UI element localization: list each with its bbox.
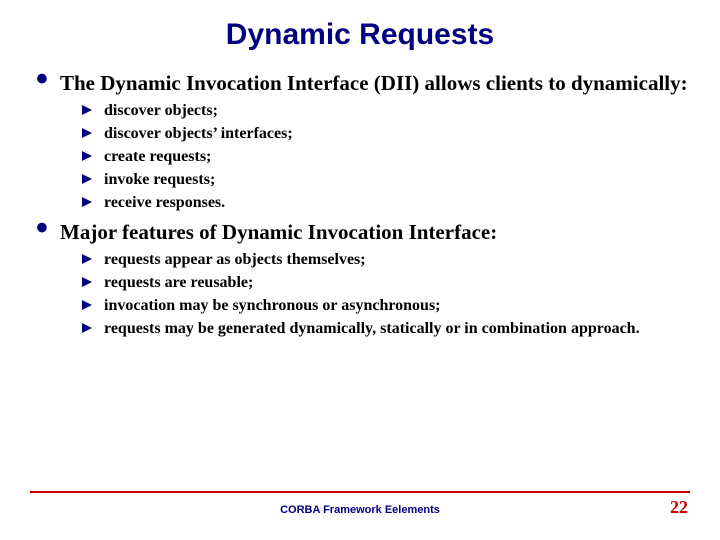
bullet-level2: create requests;	[82, 146, 690, 167]
sub-bullet-text: discover objects’ interfaces;	[104, 123, 293, 144]
bullet-level2: requests are reusable;	[82, 272, 690, 293]
slide: Dynamic Requests • The Dynamic Invocatio…	[0, 0, 720, 540]
sub-bullet-text: receive responses.	[104, 192, 225, 213]
bullet-level2: receive responses.	[82, 192, 690, 213]
slide-footer: CORBA Framework Eelements 22	[30, 491, 690, 518]
footer-row: CORBA Framework Eelements 22	[30, 497, 690, 518]
slide-title: Dynamic Requests	[30, 18, 690, 52]
bullet-level2: discover objects;	[82, 100, 690, 121]
sub-bullet-text: requests are reusable;	[104, 272, 253, 293]
footer-title: CORBA Framework Eelements	[72, 504, 648, 516]
slide-body: • The Dynamic Invocation Interface (DII)…	[30, 70, 690, 339]
sub-bullet-group: discover objects; discover objects’ inte…	[36, 100, 690, 213]
bullet-level2: discover objects’ interfaces;	[82, 123, 690, 144]
bullet-level1: • The Dynamic Invocation Interface (DII)…	[36, 70, 690, 96]
sub-bullet-text: discover objects;	[104, 100, 218, 121]
bullet-level2: requests may be generated dynamically, s…	[82, 318, 690, 339]
sub-bullet-text: invoke requests;	[104, 169, 215, 190]
bullet-level2: requests appear as objects themselves;	[82, 249, 690, 270]
page-number: 22	[648, 497, 688, 518]
bullet-level2: invocation may be synchronous or asynchr…	[82, 295, 690, 316]
bullet-level1: • Major features of Dynamic Invocation I…	[36, 219, 690, 245]
bullet-dot-icon: •	[36, 217, 60, 239]
sub-bullet-group: requests appear as objects themselves; r…	[36, 249, 690, 339]
bullet-dot-icon: •	[36, 68, 60, 90]
bullet-level2: invoke requests;	[82, 169, 690, 190]
sub-bullet-text: invocation may be synchronous or asynchr…	[104, 295, 441, 316]
sub-bullet-text: requests appear as objects themselves;	[104, 249, 366, 270]
footer-rule	[30, 491, 690, 493]
bullet-text: Major features of Dynamic Invocation Int…	[60, 219, 497, 245]
bullet-text: The Dynamic Invocation Interface (DII) a…	[60, 70, 688, 96]
sub-bullet-text: create requests;	[104, 146, 211, 167]
sub-bullet-text: requests may be generated dynamically, s…	[104, 318, 640, 339]
